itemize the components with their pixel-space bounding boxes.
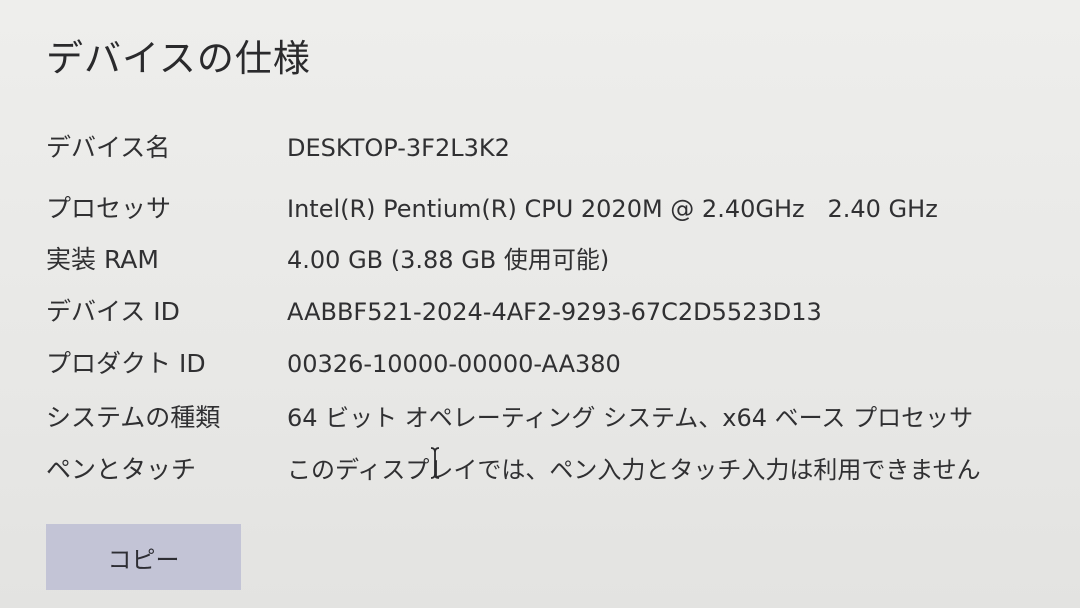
spec-row-ram: 実装 RAM 4.00 GB (3.88 GB 使用可能) — [0, 240, 1080, 280]
spec-label: デバイス名 — [46, 133, 171, 162]
spec-label: 実装 RAM — [46, 245, 159, 274]
spec-value[interactable]: このディスプレイでは、ペン入力とタッチ入力は利用できません — [287, 450, 981, 490]
spec-row-device-id: デバイス ID AABBF521-2024-4AF2-9293-67C2D552… — [0, 292, 1080, 332]
spec-value[interactable]: 00326-10000-00000-AA380 — [287, 344, 621, 384]
spec-label: プロセッサ — [46, 194, 172, 223]
spec-label: ペンとタッチ — [46, 455, 197, 484]
spec-label: システムの種類 — [46, 403, 221, 432]
spec-label: プロダクト ID — [46, 349, 206, 378]
spec-label: デバイス ID — [46, 297, 180, 326]
spec-value[interactable]: Intel(R) Pentium(R) CPU 2020M @ 2.40GHz … — [287, 189, 938, 229]
device-specs-panel: デバイスの仕様 デバイス名 DESKTOP-3F2L3K2 プロセッサ Inte… — [0, 0, 1080, 608]
section-title: デバイスの仕様 — [46, 37, 311, 80]
copy-button[interactable]: コピー — [46, 524, 241, 590]
spec-row-device-name: デバイス名 DESKTOP-3F2L3K2 — [0, 128, 1080, 168]
spec-value[interactable]: DESKTOP-3F2L3K2 — [287, 128, 510, 168]
spec-value[interactable]: AABBF521-2024-4AF2-9293-67C2D5523D13 — [287, 292, 822, 332]
spec-value[interactable]: 4.00 GB (3.88 GB 使用可能) — [287, 240, 609, 280]
spec-row-processor: プロセッサ Intel(R) Pentium(R) CPU 2020M @ 2.… — [0, 189, 1080, 229]
text-cursor-icon — [430, 447, 440, 479]
spec-row-system-type: システムの種類 64 ビット オペレーティング システム、x64 ベース プロセ… — [0, 398, 1080, 438]
spec-row-product-id: プロダクト ID 00326-10000-00000-AA380 — [0, 344, 1080, 384]
spec-row-pen-touch: ペンとタッチ このディスプレイでは、ペン入力とタッチ入力は利用できません — [0, 450, 1080, 490]
spec-value[interactable]: 64 ビット オペレーティング システム、x64 ベース プロセッサ — [287, 398, 973, 438]
